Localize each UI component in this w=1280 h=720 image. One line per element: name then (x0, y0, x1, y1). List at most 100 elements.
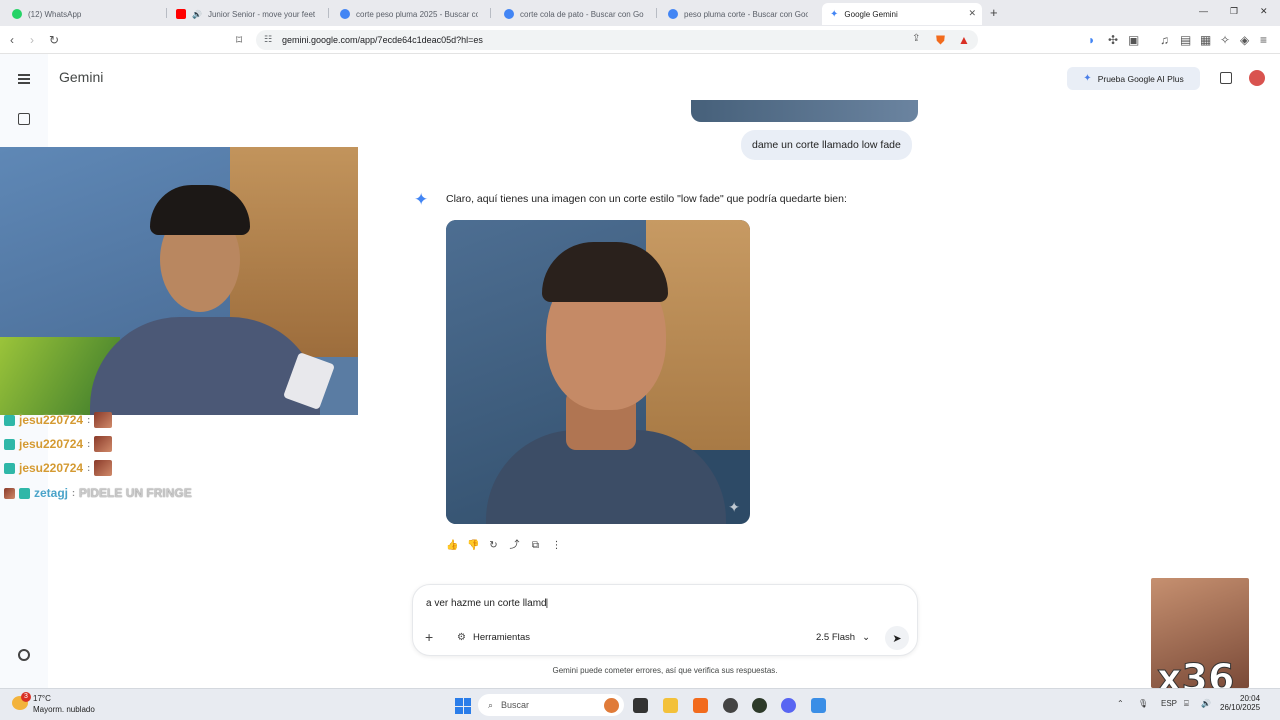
tab-youtube[interactable]: 🔊 Junior Senior - move your feet - (168, 3, 324, 25)
language-indicator[interactable]: ESP (1161, 699, 1177, 708)
site-info-icon[interactable]: ☷ (264, 34, 272, 45)
audio-icon[interactable]: ◗ (1088, 33, 1095, 47)
avatar[interactable] (1249, 70, 1265, 86)
leo-icon[interactable]: ✧ (1220, 33, 1230, 47)
watermark-icon: ✦ (728, 499, 740, 515)
speaker-icon: 🔊 (192, 9, 202, 19)
discord-icon[interactable] (781, 698, 796, 713)
tool-icon[interactable] (811, 698, 826, 713)
stream-chat-line: zetagj : PIDELE UN FRINGE (4, 485, 192, 501)
emote-icon (4, 487, 15, 499)
regenerate-icon[interactable]: ↻ (488, 540, 499, 551)
badge-icon (4, 438, 15, 450)
sidebar-panel-icon[interactable]: ▣ (1128, 33, 1139, 47)
response-actions: 👍 👎 ↻ ⤴ ⧉ ⋮ (446, 540, 562, 551)
stream-chat-line: jesu220724 : (4, 412, 113, 428)
gemini-spark-icon: ✦ (414, 190, 429, 209)
disclaimer: Gemini puede cometer errores, así que ve… (552, 666, 778, 675)
spark-icon: ✦ (1083, 73, 1092, 84)
tab-search-2[interactable]: corte cola de pato - Buscar con Goog (496, 3, 652, 25)
webcam-overlay (0, 147, 358, 415)
hamburger-menu-icon[interactable] (18, 74, 30, 86)
menu-icon[interactable]: ≡ (1260, 33, 1267, 47)
weather-temp[interactable]: 17°C (33, 694, 51, 703)
model-selector[interactable]: 2.5 Flash ⌄ (816, 632, 870, 643)
share-icon[interactable]: ⇪ (912, 33, 920, 44)
thumbs-down-icon[interactable]: 👎 (467, 540, 479, 551)
tab-search-1[interactable]: corte peso pluma 2025 - Buscar con (332, 3, 486, 25)
clock[interactable]: 20:04 26/10/2025 (1220, 694, 1260, 712)
gemini-spark-icon: ✦ (830, 8, 839, 20)
tab-search-3[interactable]: peso pluma corte - Buscar con Goog (660, 3, 816, 25)
minimize-button[interactable]: — (1199, 6, 1208, 16)
restore-button[interactable]: ❐ (1230, 6, 1238, 17)
bot-message: Claro, aquí tienes una imagen con un cor… (446, 193, 847, 205)
emote-icon (94, 412, 113, 428)
tab-gemini[interactable]: ✦ Google Gemini ✕ (822, 3, 982, 25)
media-icon[interactable]: ♫ (1160, 33, 1169, 47)
new-tab-button[interactable]: + (990, 5, 998, 20)
reading-icon[interactable]: ▤ (1180, 33, 1191, 47)
bookmark-icon[interactable]: ⌑ (236, 33, 242, 47)
browser-tab-bar: (12) WhatsApp 🔊 Junior Senior - move you… (0, 0, 1280, 26)
google-icon (340, 9, 350, 19)
emote-icon (94, 436, 113, 452)
add-file-button[interactable]: + (425, 629, 433, 645)
upgrade-button[interactable]: ✦ Prueba Google AI Plus (1067, 67, 1200, 90)
prompt-input[interactable]: a ver hazme un corte llamd (426, 598, 548, 609)
taskbar-search[interactable]: ⌕ Buscar (478, 694, 624, 716)
whatsapp-icon (12, 9, 22, 19)
brave-rewards-icon[interactable]: ▲ (958, 33, 970, 47)
address-bar: ‹ › ↻ ⌑ ☷ gemini.google.com/app/7ecde64c… (0, 26, 1280, 54)
tools-icon: ⚙ (457, 632, 466, 643)
stream-chat-line: jesu220724 : (4, 460, 113, 476)
notification-badge: 3 (21, 692, 31, 702)
network-icon[interactable]: ⌸ (1184, 699, 1189, 709)
badge-icon (4, 414, 15, 426)
stream-chat-line: jesu220724 : (4, 436, 113, 452)
tools-button[interactable]: ⚙ Herramientas (457, 632, 530, 643)
task-view-icon[interactable] (633, 698, 648, 713)
search-icon: ⌕ (488, 699, 494, 710)
app-title: Gemini (59, 69, 104, 85)
share-icon[interactable]: ⤴ (509, 540, 520, 551)
wallet-icon[interactable]: ▦ (1200, 33, 1211, 47)
brave-browser-icon[interactable] (693, 698, 708, 713)
copy-icon[interactable]: ⧉ (530, 540, 541, 551)
chevron-down-icon: ⌄ (862, 632, 871, 643)
taskbar: 3 17°C Mayorm. nublado ⌕ Buscar ⌃ 🎙 ESP … (0, 688, 1280, 720)
close-window-button[interactable]: ✕ (1260, 6, 1268, 17)
microphone-icon[interactable]: 🎙 (1138, 699, 1148, 708)
badge-icon (4, 462, 15, 474)
obs-icon[interactable] (723, 698, 738, 713)
windows-start-icon[interactable] (455, 698, 471, 714)
generated-image[interactable]: ✦ (446, 220, 750, 524)
close-tab-icon[interactable]: ✕ (968, 8, 976, 19)
settings-icon[interactable] (18, 649, 30, 661)
app-icon[interactable] (752, 698, 767, 713)
prompt-box: a ver hazme un corte llamd + ⚙ Herramien… (412, 584, 918, 656)
google-icon (668, 9, 678, 19)
weather-desc[interactable]: Mayorm. nublado (33, 705, 95, 714)
extensions-icon[interactable]: ✣ (1108, 33, 1118, 47)
previous-image (691, 100, 918, 122)
volume-icon[interactable]: 🔊 (1201, 699, 1211, 708)
reaction-overlay: x36 (1151, 578, 1249, 701)
new-chat-icon[interactable] (18, 113, 30, 125)
tab-whatsapp[interactable]: (12) WhatsApp (4, 3, 164, 25)
more-options-icon[interactable]: ⋮ (551, 540, 562, 551)
thumbs-up-icon[interactable]: 👍 (446, 540, 458, 551)
widgets-icon[interactable] (604, 698, 619, 713)
user-message: dame un corte llamado low fade (741, 130, 912, 160)
send-button[interactable]: ➤ (885, 626, 909, 650)
chevron-up-icon[interactable]: ⌃ (1117, 699, 1124, 708)
vpn-icon[interactable]: ◈ (1240, 33, 1249, 47)
back-button[interactable]: ‹ (10, 33, 14, 47)
reload-button[interactable]: ↻ (49, 33, 59, 47)
forward-button[interactable]: › (30, 33, 34, 47)
youtube-icon (176, 9, 186, 19)
brave-shield-icon[interactable]: ⛊ (936, 33, 945, 48)
file-explorer-icon[interactable] (663, 698, 678, 713)
url-field[interactable]: ☷ gemini.google.com/app/7ecde64c1deac05d… (256, 30, 978, 50)
temporary-chat-icon[interactable] (1220, 72, 1232, 84)
